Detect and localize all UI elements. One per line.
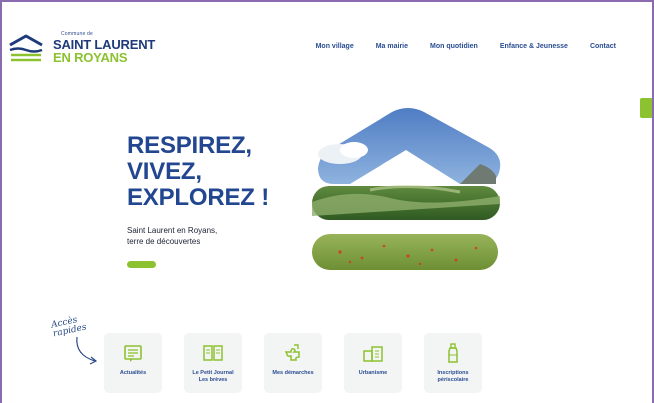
curved-arrow-icon: [76, 336, 98, 365]
hero-line-1: RESPIREZ,: [127, 132, 252, 159]
quick-card-inscriptions[interactable]: Inscriptions périscolaire: [424, 333, 482, 393]
side-accessibility-tab[interactable]: [640, 98, 652, 118]
buildings-icon: [363, 346, 383, 362]
quick-card-label-line1: Actualités: [119, 370, 147, 376]
mountain-logo-icon: [9, 34, 43, 62]
site-logo[interactable]: Commune de SAINT LAURENT EN ROYANS: [8, 29, 168, 69]
quick-card-urbanisme[interactable]: Urbanisme: [344, 333, 402, 393]
open-book-icon: [203, 345, 223, 361]
bottle-icon: [448, 343, 458, 363]
nav-mon-quotidien[interactable]: Mon quotidien: [430, 43, 478, 50]
quick-card-label: Mes démarches: [264, 370, 322, 377]
nav-ma-mairie[interactable]: Ma mairie: [376, 43, 408, 50]
main-nav: Mon village Ma mairie Mon quotidien Enfa…: [316, 43, 616, 50]
quick-card-label: Inscriptions périscolaire: [424, 370, 482, 384]
quick-card-label-line1: Mes démarches: [272, 370, 314, 376]
quick-card-demarches[interactable]: Mes démarches: [264, 333, 322, 393]
quick-card-label-line1: Inscriptions: [437, 370, 469, 376]
quick-card-actualites[interactable]: Actualités: [104, 333, 162, 393]
quick-card-label-line1: Le Petit Journal: [192, 370, 234, 376]
logo-title-line2: EN ROYANS: [53, 50, 128, 65]
hero-subtitle-line1: Saint Laurent en Royans,: [127, 226, 218, 235]
hero-landscape-image: [312, 108, 501, 270]
quick-card-label-line1: Urbanisme: [358, 370, 388, 376]
hero-line-2: VIVEZ,: [127, 158, 202, 185]
hero-cta-button[interactable]: [127, 261, 156, 268]
quick-card-label-line2: périscolaire: [437, 377, 469, 383]
nav-contact[interactable]: Contact: [590, 43, 616, 50]
quick-card-label: Le Petit Journal Les brèves: [184, 370, 242, 384]
nav-enfance-jeunesse[interactable]: Enfance & Jeunesse: [500, 43, 568, 50]
hero-subtitle: Saint Laurent en Royans, terre de découv…: [127, 225, 257, 247]
hero-headline: RESPIREZ, VIVEZ, EXPLOREZ !: [127, 133, 307, 211]
quick-card-label: Actualités: [104, 370, 162, 377]
quick-card-label: Urbanisme: [344, 370, 402, 377]
hero-line-3: EXPLOREZ !: [127, 184, 270, 211]
quick-access-cards: Actualités Le Petit Journal Les brèves M…: [104, 333, 482, 393]
quick-card-label-line2: Les brèves: [198, 377, 228, 383]
puzzle-icon: [284, 344, 300, 361]
newspaper-icon: [124, 345, 142, 362]
quick-card-petit-journal[interactable]: Le Petit Journal Les brèves: [184, 333, 242, 393]
hero-subtitle-line2: terre de découvertes: [127, 237, 201, 246]
nav-mon-village[interactable]: Mon village: [316, 43, 354, 50]
